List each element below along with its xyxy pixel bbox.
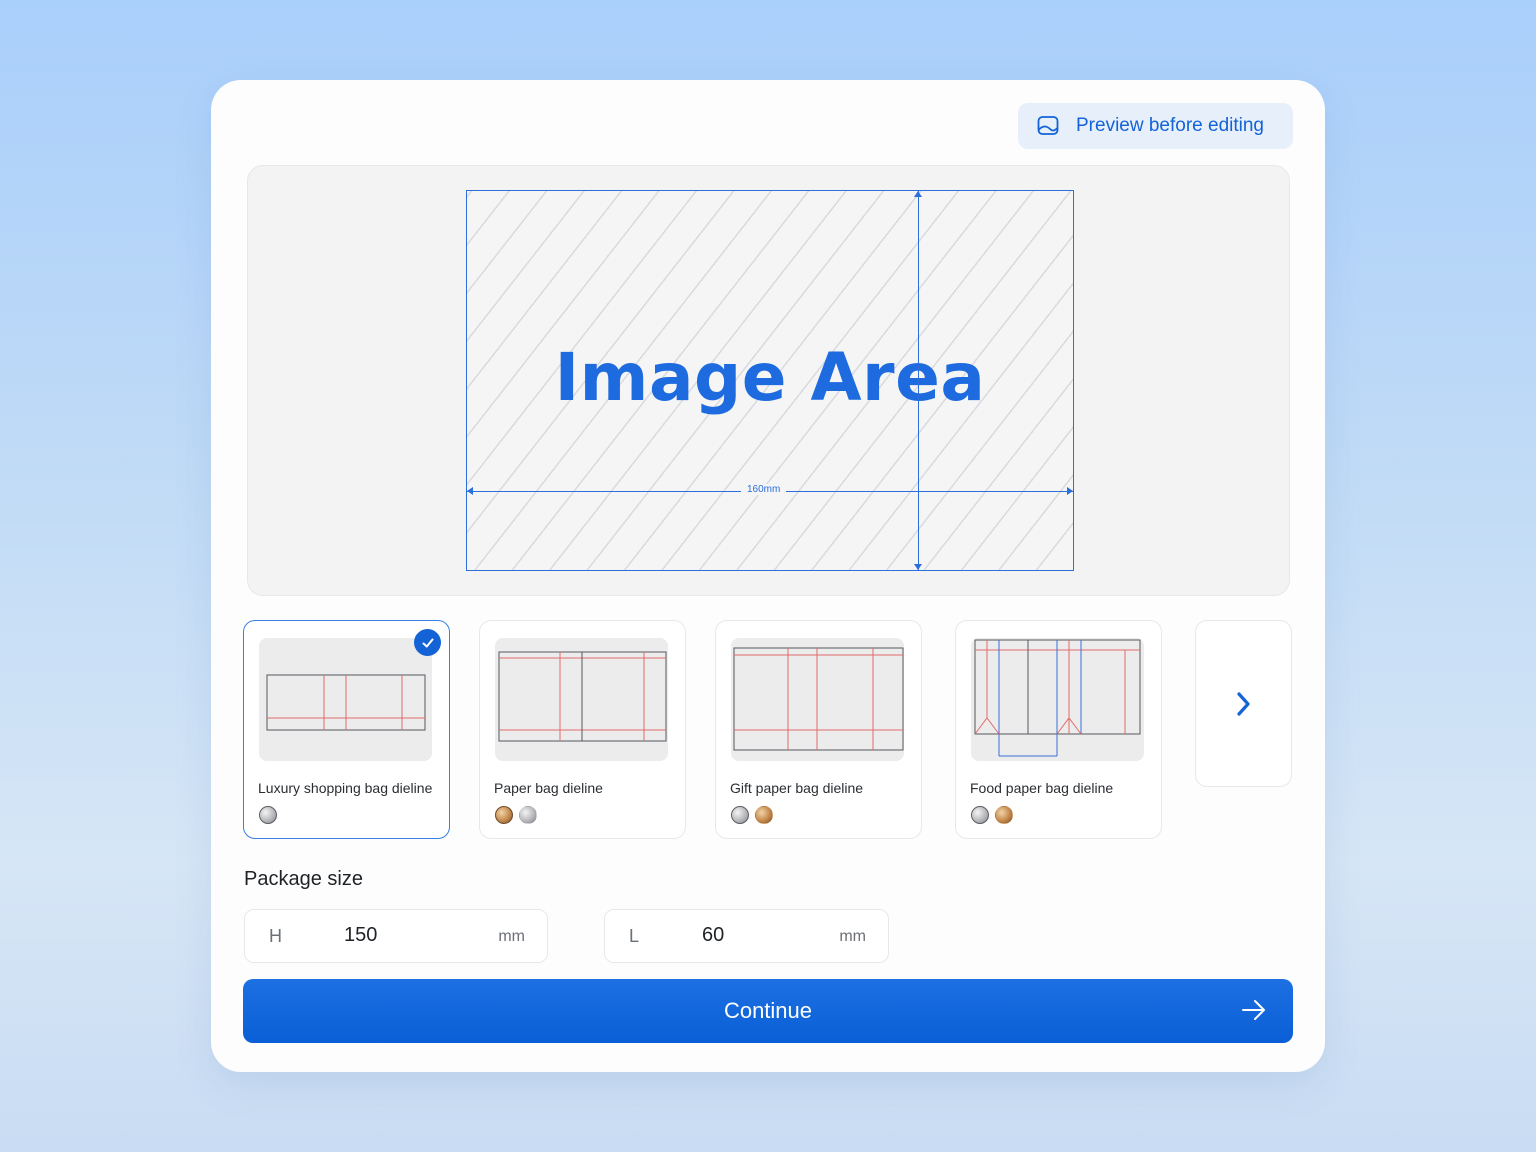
template-card-food-paper-bag[interactable]: Food paper bag dieline — [955, 620, 1162, 839]
preview-button-label: Preview before editing — [1076, 115, 1264, 136]
length-input[interactable] — [702, 924, 822, 947]
dieline-editor-card: Preview before editing Image Area 160mm — [211, 80, 1325, 1072]
length-unit: mm — [839, 928, 866, 945]
gold-finish-swatch[interactable] — [495, 806, 513, 824]
selected-check-icon — [414, 629, 441, 656]
length-field[interactable]: L mm — [604, 909, 889, 963]
finish-swatches — [971, 806, 1013, 824]
height-prefix: H — [269, 926, 282, 946]
gold-finish-swatch[interactable] — [755, 806, 773, 824]
silver-finish-swatch[interactable] — [519, 806, 537, 824]
dieline-thumbnail — [495, 638, 668, 761]
template-card-gift-paper-bag[interactable]: Gift paper bag dieline — [715, 620, 922, 839]
length-prefix: L — [629, 926, 640, 946]
template-name: Paper bag dieline — [494, 780, 603, 796]
silver-finish-swatch[interactable] — [971, 806, 989, 824]
width-dimension-label: 160mm — [741, 484, 787, 495]
arrow-right-icon — [1242, 1000, 1265, 1020]
next-templates-button[interactable] — [1195, 620, 1292, 787]
height-unit: mm — [498, 928, 525, 945]
template-name: Food paper bag dieline — [970, 780, 1114, 796]
dieline-thumbnail — [259, 638, 432, 761]
image-area[interactable]: Image Area 160mm — [466, 190, 1074, 571]
package-size-title: Package size — [244, 868, 363, 890]
template-name: Gift paper bag dieline — [730, 780, 864, 796]
height-field[interactable]: H mm — [244, 909, 548, 963]
continue-button-label: Continue — [723, 998, 813, 1023]
dieline-thumbnail — [971, 638, 1144, 761]
image-area-label: Image Area — [554, 339, 986, 416]
height-input[interactable] — [344, 924, 464, 947]
silver-finish-swatch[interactable] — [259, 806, 277, 824]
continue-button[interactable]: Continue — [243, 979, 1293, 1043]
design-canvas[interactable]: Image Area 160mm — [247, 165, 1290, 596]
finish-swatches — [731, 806, 773, 824]
width-dimension-line: 160mm — [467, 484, 1073, 495]
finish-swatches — [495, 806, 537, 824]
preview-before-editing-button[interactable]: Preview before editing — [1018, 103, 1293, 149]
chevron-right-icon — [1236, 691, 1250, 716]
silver-finish-swatch[interactable] — [731, 806, 749, 824]
image-frame-icon — [1036, 114, 1060, 138]
dieline-thumbnail — [731, 638, 904, 761]
finish-swatches — [259, 806, 277, 824]
template-card-paper-bag[interactable]: Paper bag dieline — [479, 620, 686, 839]
template-card-luxury-shopping-bag[interactable]: Luxury shopping bag dieline — [243, 620, 450, 839]
template-name: Luxury shopping bag dieline — [258, 780, 433, 796]
gold-finish-swatch[interactable] — [995, 806, 1013, 824]
height-dimension-line — [914, 191, 922, 570]
